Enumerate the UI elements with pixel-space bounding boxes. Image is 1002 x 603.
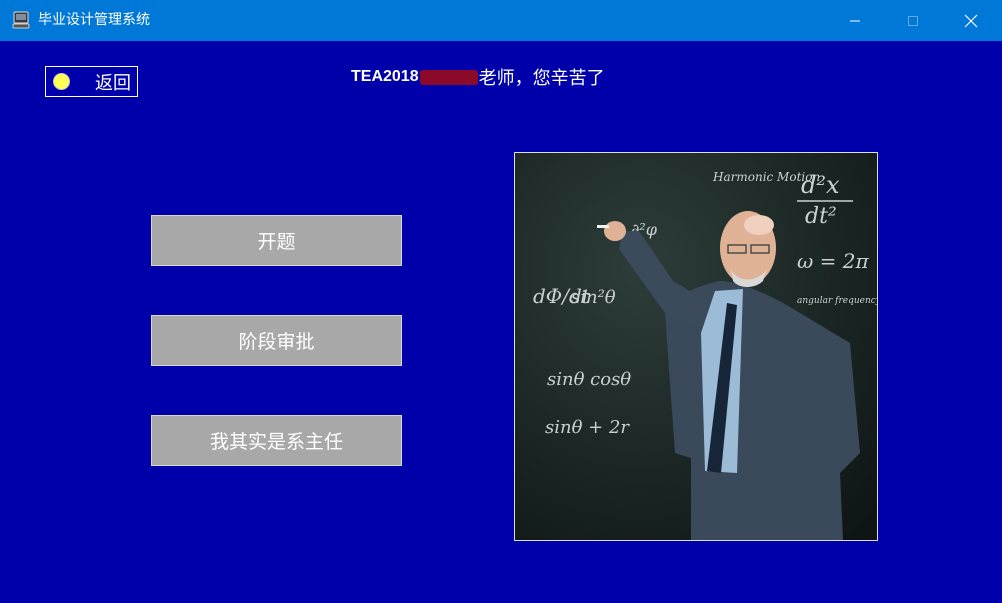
teacher-illustration: Harmonic Motion d²x dt² ω = 2π angular f…	[515, 153, 877, 540]
window-title: 毕业设计管理系统	[38, 12, 150, 28]
department-head-button[interactable]: 我其实是系主任	[151, 415, 402, 466]
chalk-text: sinθ + 2r	[545, 417, 630, 438]
minimize-icon	[850, 20, 860, 21]
chalk-text: angular frequency	[797, 296, 877, 306]
maximize-button[interactable]	[884, 0, 942, 41]
teacher-photo: Harmonic Motion d²x dt² ω = 2π angular f…	[514, 152, 878, 541]
greeting-text: 老师，您辛苦了	[478, 68, 605, 89]
back-button[interactable]: 返回	[45, 66, 138, 97]
close-button[interactable]	[942, 0, 1000, 41]
teacher-id: TEA2018	[351, 68, 419, 85]
chalk-text: sin²θ	[571, 287, 616, 308]
title-bar: 毕业设计管理系统	[0, 0, 1002, 41]
back-label: 返回	[95, 72, 131, 94]
maximize-icon	[908, 15, 918, 26]
proposal-button[interactable]: 开题	[151, 215, 402, 266]
greeting: TEA2018 老师，您辛苦了	[351, 63, 605, 91]
yellow-circle-icon	[53, 73, 70, 90]
main-panel: 返回 TEA2018 老师，您辛苦了 开题 阶段审批 我其实是系主任 Harmo…	[1, 41, 1001, 602]
computer-icon	[12, 11, 30, 29]
chalk-text: ω = 2π	[797, 249, 870, 273]
close-icon	[964, 14, 978, 27]
stage-approval-button[interactable]: 阶段审批	[151, 315, 402, 366]
chalk-text: d²x	[801, 171, 840, 199]
redaction-mark	[419, 69, 478, 85]
chalk-text: sinθ cosθ	[547, 369, 631, 390]
minimize-button[interactable]	[826, 0, 884, 41]
chalk-text: dt²	[805, 204, 837, 229]
